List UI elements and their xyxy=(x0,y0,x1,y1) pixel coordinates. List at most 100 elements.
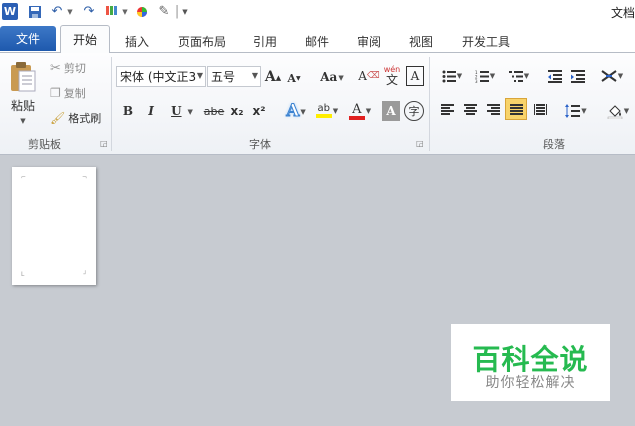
shading-button[interactable]: ▼ xyxy=(603,100,633,122)
strikethrough-button[interactable]: abe xyxy=(202,101,226,121)
grow-font-label: A xyxy=(264,69,276,85)
change-case-button[interactable]: Aa ▼ xyxy=(319,67,345,87)
tab-review[interactable]: 审阅 xyxy=(354,30,384,52)
paste-dropdown-icon[interactable]: ▼ xyxy=(20,117,25,125)
tab-file[interactable]: 文件 xyxy=(0,26,56,51)
clipboard-icon xyxy=(11,62,36,92)
pen-icon[interactable]: ✎ xyxy=(157,3,171,20)
justify-icon xyxy=(509,103,523,115)
tab-mailings[interactable]: 邮件 xyxy=(302,30,332,52)
align-center-button[interactable] xyxy=(459,98,481,120)
group-separator xyxy=(429,57,430,151)
superscript-label: x² xyxy=(252,104,266,118)
tab-insert[interactable]: 插入 xyxy=(122,30,152,52)
character-shading-button[interactable]: A xyxy=(382,101,400,121)
increase-indent-button[interactable] xyxy=(568,65,588,87)
font-color-button[interactable]: A ▼ xyxy=(345,100,375,122)
format-painter-button[interactable]: 🖌 格式刷 xyxy=(50,109,108,127)
shrink-font-label: A xyxy=(287,71,296,85)
paragraph-group-label: 段落 xyxy=(543,138,565,151)
superscript-button[interactable]: x² xyxy=(250,101,268,121)
highlight-button[interactable]: ab ▼ xyxy=(312,100,342,122)
group-separator xyxy=(111,57,112,151)
scissors-icon: ✂ xyxy=(50,60,61,76)
copy-button[interactable]: ❐ 复制 xyxy=(50,84,96,102)
cut-label: 剪切 xyxy=(63,62,86,75)
ribbon-home: 粘贴 ▼ ✂ 剪切 ❐ 复制 🖌 格式刷 剪贴板 ◲ 宋体 (中文正3 ▼ 五号… xyxy=(0,53,635,155)
decrease-indent-button[interactable] xyxy=(545,65,565,87)
align-left-button[interactable] xyxy=(436,98,458,120)
bold-label: B xyxy=(122,104,134,118)
character-border-button[interactable]: A xyxy=(406,66,424,86)
clipboard-group-label: 剪贴板 xyxy=(28,138,61,151)
multilevel-list-icon xyxy=(508,70,523,82)
font-name-dropdown-icon: ▼ xyxy=(196,71,203,80)
phonetic-char: 文 xyxy=(385,73,398,87)
chinese-layout-button[interactable]: ▼ xyxy=(597,65,627,87)
subscript-button[interactable]: x₂ xyxy=(228,101,246,121)
qat-dropdown-icon[interactable]: ▼ xyxy=(121,3,129,20)
decrease-indent-icon xyxy=(548,69,562,83)
tab-home[interactable]: 开始 xyxy=(60,25,110,53)
numbering-button[interactable]: 1 2 3 ▼ xyxy=(470,65,500,87)
paint-bucket-icon xyxy=(607,104,623,119)
copy-icon: ❐ xyxy=(50,86,61,100)
customize-qat-icon[interactable]: ▼ xyxy=(181,3,189,20)
undo-dropdown-icon[interactable]: ▼ xyxy=(66,3,74,20)
tab-developer[interactable]: 开发工具 xyxy=(458,30,514,52)
increase-indent-icon xyxy=(571,69,585,83)
font-size-select[interactable]: 五号 ▼ xyxy=(207,66,261,87)
justify-button[interactable] xyxy=(505,98,527,120)
underline-button[interactable]: U ▼ xyxy=(166,101,198,121)
phonetic-guide-button[interactable]: wén 文 xyxy=(382,63,402,89)
clear-formatting-button[interactable]: A ⌫ xyxy=(358,65,379,87)
line-spacing-button[interactable]: ▼ xyxy=(561,100,591,122)
tab-view[interactable]: 视图 xyxy=(406,30,436,52)
cut-button[interactable]: ✂ 剪切 xyxy=(50,59,96,77)
enclose-characters-button[interactable]: 字 xyxy=(404,101,424,121)
font-launcher-icon[interactable]: ◲ xyxy=(416,139,424,148)
multilevel-list-button[interactable]: ▼ xyxy=(504,65,534,87)
undo-icon[interactable]: ↶ xyxy=(50,3,64,20)
watermark-logo: 百科全说 助你轻松解决 xyxy=(451,324,610,401)
text-effects-button[interactable]: A ▼ xyxy=(282,100,310,122)
distributed-icon xyxy=(533,103,547,115)
copy-label: 复制 xyxy=(63,87,86,100)
grow-font-button[interactable]: A ▲ xyxy=(265,67,281,87)
bullets-icon xyxy=(442,70,456,82)
font-group-label: 字体 xyxy=(249,138,271,151)
tab-page-layout[interactable]: 页面布局 xyxy=(176,30,228,52)
font-size-value: 五号 xyxy=(211,70,236,84)
bold-button[interactable]: B xyxy=(120,101,136,121)
shrink-font-button[interactable]: A ▼ xyxy=(286,69,302,87)
italic-button[interactable]: I xyxy=(143,101,159,121)
quick-access-toolbar: W ↶ ▼ ↷ ▼ ✎ | ▼ 文档 xyxy=(0,0,635,24)
font-size-dropdown-icon: ▼ xyxy=(251,71,258,80)
paste-button[interactable]: 粘贴 ▼ xyxy=(6,57,40,129)
font-color-icon: A xyxy=(348,103,365,120)
enclose-characters-label: 字 xyxy=(408,105,420,118)
strikethrough-label: abe xyxy=(203,104,225,118)
italic-label: I xyxy=(148,104,154,118)
word-app-icon[interactable]: W xyxy=(2,3,18,20)
document-title: 文档 xyxy=(610,6,635,20)
redo-icon[interactable]: ↷ xyxy=(82,3,96,20)
distributed-button[interactable] xyxy=(529,98,551,120)
bullets-button[interactable]: ▼ xyxy=(437,65,467,87)
tab-references[interactable]: 引用 xyxy=(250,30,280,52)
page-corner-mark: ⌐ xyxy=(21,174,27,181)
ribbon-tabs: 文件 开始 插入 页面布局 引用 邮件 审阅 视图 开发工具 xyxy=(0,24,635,53)
format-painter-qat-icon[interactable] xyxy=(104,3,120,20)
clear-formatting-label: A xyxy=(358,69,367,83)
highlight-icon: ab xyxy=(315,104,332,118)
align-right-button[interactable] xyxy=(482,98,504,120)
font-name-select[interactable]: 宋体 (中文正3 ▼ xyxy=(116,66,206,87)
numbering-icon: 123 xyxy=(475,70,489,83)
color-wheel-icon[interactable] xyxy=(135,3,149,20)
underline-label: U xyxy=(171,104,182,118)
page-corner-mark: ┘ xyxy=(83,271,87,278)
clipboard-launcher-icon[interactable]: ◲ xyxy=(100,139,108,148)
change-case-label: Aa xyxy=(320,70,338,84)
save-icon[interactable] xyxy=(27,3,43,20)
document-page[interactable]: ⌐ ¬ L ┘ xyxy=(12,167,96,285)
